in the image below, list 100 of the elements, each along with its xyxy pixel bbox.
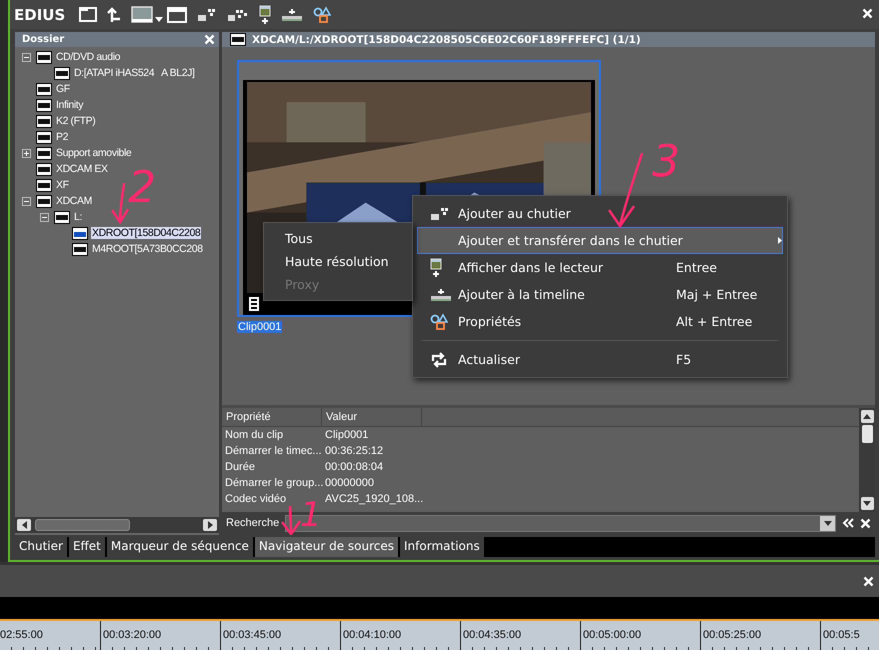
monitor-icon[interactable] [131,6,154,24]
clips-icon[interactable] [227,8,250,22]
folder-icon[interactable] [79,7,98,22]
folder-icon [36,162,52,176]
tree-item[interactable]: D:[ATAPI iHAS524 A BL2J] [73,67,196,79]
annotation-number: 3 [652,140,680,184]
tree-item[interactable]: P2 [55,131,70,143]
table-cell-text: Clip0001 [324,429,368,441]
timecode-label: 00:03:20:00 [103,629,162,641]
annotation-number: 2 [128,166,156,210]
app-logo: EDIUS [14,6,66,24]
expander-icon[interactable] [40,212,49,222]
menu-item[interactable]: Actualiser F5 [417,346,783,373]
add-clip-icon [430,206,450,220]
tree-item[interactable]: K2 (FTP) [55,115,96,127]
tree-item[interactable]: XDCAM EX [55,163,109,175]
folder-icon [54,66,70,80]
tree-item[interactable]: Infinity [55,99,84,111]
tree-item[interactable]: XF [55,179,70,191]
expander-icon[interactable] [22,196,31,206]
timecode-label: 00:04:10:00 [343,629,402,641]
folder-icon [36,82,52,96]
collapse-icon[interactable] [842,518,854,528]
search-label: Recherche [226,517,280,529]
annotation-number: 1 [300,498,322,532]
timeline-icon[interactable] [281,8,304,22]
tree-item[interactable]: Support amovible [55,147,132,159]
table-cell-text: Démarrer le group... [224,477,322,489]
menu-item[interactable]: Tous [264,227,412,250]
menu-item[interactable]: Propriétés Alt + Entree [417,308,783,335]
tab[interactable]: Navigateur de sources [254,537,398,557]
timecode-label: 02:55:00 [0,629,43,641]
table-cell-text: Durée [224,461,256,473]
add-clip-icon[interactable] [197,8,218,22]
menu-item: Proxy [284,276,320,294]
folder-icon [54,210,70,224]
caret-icon [824,520,832,526]
table-cell-text: 00:36:25:12 [324,445,384,457]
window-icon[interactable] [167,6,188,22]
tree-item[interactable]: L: [73,211,83,223]
menu-item[interactable]: Afficher dans le lecteur Entree [417,254,783,281]
player-icon [430,258,442,278]
folder-icon [36,130,52,144]
expander-icon[interactable] [22,148,31,158]
tab[interactable]: Chutier [15,537,67,557]
folder-icon [36,178,52,192]
caret-icon[interactable] [155,17,164,22]
refresh-icon [430,352,448,368]
expander-icon[interactable] [22,52,31,62]
folder-icon [36,98,52,112]
scroll-bar[interactable] [15,517,219,533]
menu-item[interactable]: Ajouter et transférer dans le chutier [417,227,783,254]
timecode-label: 00:05:25:00 [703,629,762,641]
annotation-arrow [110,182,130,224]
timecode-label: 00:04:35:00 [463,629,522,641]
folder-icon [72,226,88,240]
table-cell-text: 00000000 [324,477,374,489]
close-icon[interactable] [863,576,874,586]
tab[interactable]: Marqueur de séquence [106,537,253,557]
close-icon[interactable] [862,8,873,19]
folder-path: XDCAM/L:/XDROOT[158D04C2208505C6E02C60F189FFFEFC] (1/1) [252,34,641,46]
up-arrow-icon[interactable] [107,6,122,22]
menu-item[interactable]: Haute résolution [264,250,412,273]
folder-icon [36,114,52,128]
timecode-label: 00:05:5 [823,629,860,641]
table-cell-text: AVC25_1920_108... [324,493,424,505]
column-header[interactable]: Propriété [222,408,322,426]
timecode-label: 00:05:00:00 [583,629,642,641]
folder-icon [36,194,52,208]
submenu-arrow-icon [778,237,782,244]
timeline-icon [430,288,452,302]
tab[interactable]: Informations [400,537,484,557]
dropdown-button[interactable] [820,516,835,530]
shapes-icon [430,312,448,330]
folder-icon [72,242,88,256]
tree-item[interactable]: XDCAM [55,195,93,207]
tree-item[interactable]: GF [55,83,71,95]
film-icon [249,297,259,311]
column-header[interactable]: Valeur [322,408,422,426]
timecode-label: 00:03:45:00 [223,629,282,641]
folder-icon [36,146,52,160]
shapes-icon[interactable] [313,6,332,24]
menu-item[interactable]: Ajouter à la timeline Maj + Entree [417,281,783,308]
panel-title: Dossier [22,34,64,45]
folder-icon [230,33,246,46]
scroll-bar[interactable] [859,408,875,512]
table-cell-text: Codec vidéo [224,493,288,505]
close-icon[interactable] [860,518,871,528]
table-cell-text: Nom du clip [224,429,284,441]
tree-item[interactable]: XDROOT[158D04C2208 [91,227,202,239]
menu-item[interactable]: Ajouter au chutier [417,200,783,227]
player-icon[interactable] [259,4,272,24]
clip-name: Clip0001 [237,321,282,333]
tree-item[interactable]: CD/DVD audio [55,51,122,63]
folder-icon [36,50,52,64]
tree-item[interactable]: M4ROOT[5A73B0CC208 [91,243,204,255]
annotation-arrow [280,505,302,535]
tab[interactable]: Effet [68,537,105,557]
table-cell-text: 00:00:08:04 [324,461,384,473]
table-cell-text: Démarrer le timec... [224,445,322,457]
